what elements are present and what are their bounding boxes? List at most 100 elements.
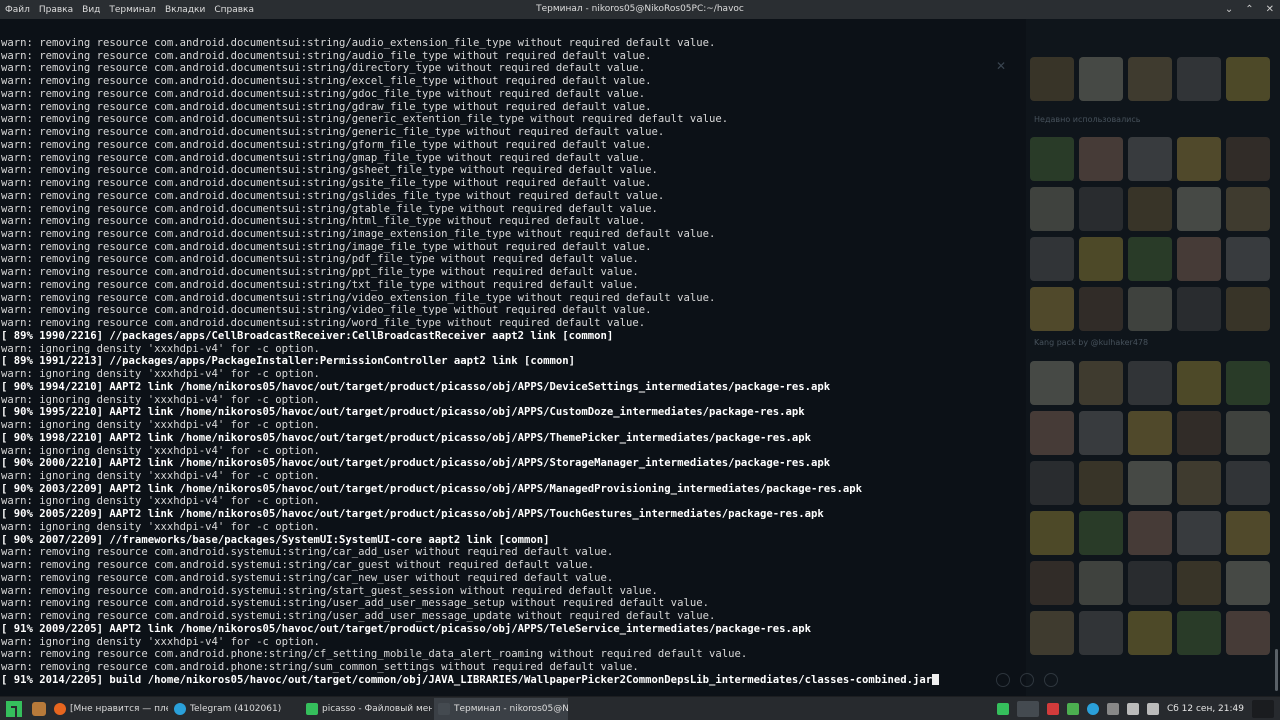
terminal-line-text: warn: removing resource com.android.docu… xyxy=(1,126,665,139)
terminal-area[interactable]: Недавно использовались Kang pack by @kul… xyxy=(0,19,1280,696)
tray-volume-icon[interactable] xyxy=(1146,703,1159,715)
terminal-line-text: warn: removing resource com.android.docu… xyxy=(1,291,716,304)
terminal-line-text: [ 90% 2007/2209] //frameworks/base/packa… xyxy=(1,533,550,546)
terminal-line-text: [ 90% 1994/2210] AAPT2 link /home/nikoro… xyxy=(1,380,831,393)
taskbar-task[interactable]: Telegram (4102061) xyxy=(170,698,300,720)
menu-bar: Файл Правка Вид Терминал Вкладки Справка xyxy=(5,0,263,19)
menu-item-1[interactable]: Правка xyxy=(39,5,73,15)
terminal-line: warn: ignoring density 'xxxhdpi-v4' for … xyxy=(1,495,1273,508)
menu-item-5[interactable]: Справка xyxy=(214,5,254,15)
terminal-line: [ 91% 2009/2205] AAPT2 link /home/nikoro… xyxy=(1,623,1273,636)
folder-icon xyxy=(306,702,318,715)
terminal-line: warn: removing resource com.android.docu… xyxy=(1,50,1273,63)
terminal-line: warn: ignoring density 'xxxhdpi-v4' for … xyxy=(1,343,1273,356)
terminal-line: [ 90% 2003/2209] AAPT2 link /home/nikoro… xyxy=(1,483,1273,496)
tray-app-icon[interactable] xyxy=(996,703,1009,715)
tray-green-icon[interactable] xyxy=(1066,703,1079,715)
app-menu-icon[interactable] xyxy=(6,700,22,717)
terminal-line: warn: removing resource com.android.docu… xyxy=(1,113,1273,126)
terminal-line: warn: ignoring density 'xxxhdpi-v4' for … xyxy=(1,445,1273,458)
terminal-line: warn: removing resource com.android.syst… xyxy=(1,572,1273,585)
terminal-line-text: warn: removing resource com.android.syst… xyxy=(1,546,614,559)
files-launcher-icon[interactable] xyxy=(32,701,46,716)
terminal-line-text: warn: removing resource com.android.docu… xyxy=(1,266,639,279)
terminal-line: warn: removing resource com.android.docu… xyxy=(1,253,1273,266)
terminal-line-text: warn: removing resource com.android.docu… xyxy=(1,87,646,100)
terminal-line-text: warn: removing resource com.android.docu… xyxy=(1,100,652,113)
firefox-icon xyxy=(54,702,66,715)
terminal-line-text: warn: removing resource com.android.docu… xyxy=(1,317,646,330)
terminal-line: warn: removing resource com.android.docu… xyxy=(1,304,1273,317)
terminal-line-text: [ 90% 2005/2209] AAPT2 link /home/nikoro… xyxy=(1,508,824,521)
terminal-line-text: warn: removing resource com.android.syst… xyxy=(1,597,709,610)
terminal-cursor xyxy=(932,673,940,685)
menu-item-4[interactable]: Вкладки xyxy=(165,5,205,15)
maximize-button[interactable]: ⌃ xyxy=(1245,4,1253,15)
telegram-icon xyxy=(174,702,186,715)
terminal-line-text: warn: removing resource com.android.docu… xyxy=(1,177,652,190)
terminal-line: warn: ignoring density 'xxxhdpi-v4' for … xyxy=(1,636,1273,649)
terminal-line: warn: removing resource com.android.docu… xyxy=(1,126,1273,139)
window-controls: ⌄ ⌃ ✕ xyxy=(1225,0,1274,19)
terminal-line-text: warn: ignoring density 'xxxhdpi-v4' for … xyxy=(1,368,320,381)
system-tray: Сб 12 сен, 21:49 xyxy=(996,697,1280,720)
terminal-line-text: warn: removing resource com.android.docu… xyxy=(1,304,652,317)
taskbar-task[interactable]: picasso - Файловый мене... xyxy=(302,698,432,720)
tray-red-icon[interactable] xyxy=(1046,703,1059,715)
terminal-line-text: warn: ignoring density 'xxxhdpi-v4' for … xyxy=(1,495,320,508)
terminal-line-text: warn: removing resource com.android.docu… xyxy=(1,49,652,62)
taskbar-task[interactable]: Терминал - nikoros05@Ni... xyxy=(434,697,568,720)
show-desktop-icon[interactable] xyxy=(1252,700,1274,718)
terminal-line: warn: removing resource com.android.docu… xyxy=(1,215,1273,228)
terminal-line: warn: removing resource com.android.docu… xyxy=(1,37,1273,50)
terminal-line-text: [ 89% 1991/2213] //packages/apps/Package… xyxy=(1,355,576,368)
terminal-line-text: warn: removing resource com.android.syst… xyxy=(1,610,716,623)
terminal-line-text: warn: removing resource com.android.docu… xyxy=(1,189,665,202)
minimize-button[interactable]: ⌄ xyxy=(1225,4,1233,15)
terminal-line-text: [ 91% 2009/2205] AAPT2 link /home/nikoro… xyxy=(1,622,812,635)
terminal-line: warn: removing resource com.android.docu… xyxy=(1,139,1273,152)
terminal-line-text: warn: removing resource com.android.docu… xyxy=(1,62,646,75)
taskbar-task-label: Telegram (4102061) xyxy=(190,703,282,714)
terminal-line-text: warn: removing resource com.android.docu… xyxy=(1,215,646,228)
terminal-line-text: warn: removing resource com.android.syst… xyxy=(1,584,658,597)
terminal-line: warn: removing resource com.android.docu… xyxy=(1,228,1273,241)
terminal-line-text: warn: removing resource com.android.docu… xyxy=(1,202,658,215)
terminal-line: warn: removing resource com.android.docu… xyxy=(1,88,1273,101)
terminal-scrollbar[interactable] xyxy=(1275,649,1278,691)
terminal-line: warn: removing resource com.android.phon… xyxy=(1,648,1273,661)
terminal-line: [ 91% 2014/2205] build /home/nikoros05/h… xyxy=(1,673,1273,687)
close-button[interactable]: ✕ xyxy=(1266,4,1274,15)
terminal-line: [ 90% 2000/2210] AAPT2 link /home/nikoro… xyxy=(1,457,1273,470)
terminal-output: warn: removing resource com.android.docu… xyxy=(1,37,1273,686)
taskbar-task-label: Терминал - nikoros05@Ni... xyxy=(454,703,568,714)
terminal-tray-icon[interactable] xyxy=(1016,701,1039,717)
terminal-line-text: warn: removing resource com.android.docu… xyxy=(1,228,716,241)
terminal-line-text: warn: removing resource com.android.docu… xyxy=(1,278,639,291)
terminal-line-text: warn: ignoring density 'xxxhdpi-v4' for … xyxy=(1,419,320,432)
taskbar: [Мне нравится — плейл... Telegram (410206… xyxy=(0,696,1280,720)
tray-network-icon[interactable] xyxy=(1126,703,1139,715)
terminal-icon xyxy=(438,702,450,715)
clock[interactable]: Сб 12 сен, 21:49 xyxy=(1167,704,1244,714)
terminal-line-text: [ 90% 1995/2210] AAPT2 link /home/nikoro… xyxy=(1,406,805,419)
terminal-line: warn: removing resource com.android.docu… xyxy=(1,190,1273,203)
terminal-line: warn: removing resource com.android.docu… xyxy=(1,203,1273,216)
terminal-line-text: warn: removing resource com.android.docu… xyxy=(1,75,652,88)
terminal-line-text: warn: ignoring density 'xxxhdpi-v4' for … xyxy=(1,342,320,355)
taskbar-task-label: picasso - Файловый мене... xyxy=(322,703,432,714)
menu-item-0[interactable]: Файл xyxy=(5,5,30,15)
terminal-line-text: warn: removing resource com.android.docu… xyxy=(1,253,639,266)
terminal-line-text: [ 90% 1998/2210] AAPT2 link /home/nikoro… xyxy=(1,431,812,444)
terminal-line: warn: ignoring density 'xxxhdpi-v4' for … xyxy=(1,521,1273,534)
terminal-line: [ 90% 1998/2210] AAPT2 link /home/nikoro… xyxy=(1,432,1273,445)
tray-telegram-icon[interactable] xyxy=(1086,703,1099,715)
terminal-line-text: warn: removing resource com.android.syst… xyxy=(1,559,595,572)
menu-item-2[interactable]: Вид xyxy=(82,5,100,15)
terminal-line: [ 90% 1994/2210] AAPT2 link /home/nikoro… xyxy=(1,381,1273,394)
taskbar-task[interactable]: [Мне нравится — плейл... xyxy=(50,698,168,720)
tray-clipboard-icon[interactable] xyxy=(1106,703,1119,715)
terminal-line-text: warn: removing resource com.android.phon… xyxy=(1,660,639,673)
menu-item-3[interactable]: Терминал xyxy=(109,5,156,15)
terminal-line: warn: removing resource com.android.docu… xyxy=(1,317,1273,330)
